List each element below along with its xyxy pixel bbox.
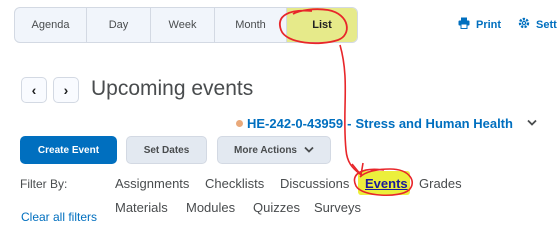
filter-discussions[interactable]: Discussions xyxy=(280,176,349,191)
course-code: HE-242-0-43959 xyxy=(247,115,344,131)
set-dates-button[interactable]: Set Dates xyxy=(126,136,207,164)
gear-icon xyxy=(518,17,530,32)
tab-agenda[interactable]: Agenda xyxy=(15,8,87,42)
chevron-down-icon xyxy=(527,114,537,132)
annotation-arrow-line xyxy=(339,44,361,175)
settings-button[interactable]: Setti xyxy=(518,17,557,32)
page-title: Upcoming events xyxy=(91,77,254,100)
more-actions-label: More Actions xyxy=(234,144,297,156)
settings-label: Setti xyxy=(536,18,557,31)
chevron-left-icon: ‹ xyxy=(31,82,37,98)
create-event-button[interactable]: Create Event xyxy=(20,136,117,164)
previous-button[interactable]: ‹ xyxy=(21,77,47,103)
filter-events[interactable]: Events xyxy=(365,176,408,191)
course-color-dot xyxy=(236,119,243,127)
filter-modules[interactable]: Modules xyxy=(186,200,235,215)
course-selector[interactable]: HE-242-0-43959 - Stress and Human Health xyxy=(236,114,537,132)
course-separator: - xyxy=(347,115,352,131)
next-button[interactable]: › xyxy=(53,77,79,103)
tab-list[interactable]: List xyxy=(287,8,357,42)
filter-grades[interactable]: Grades xyxy=(419,176,462,191)
tab-week[interactable]: Week xyxy=(151,8,215,42)
more-actions-button[interactable]: More Actions xyxy=(217,136,331,164)
course-name: Stress and Human Health xyxy=(355,115,513,131)
print-button[interactable]: Print xyxy=(458,17,501,32)
filter-checklists[interactable]: Checklists xyxy=(205,176,264,191)
filter-assignments[interactable]: Assignments xyxy=(115,176,189,191)
calendar-view-tabs: Agenda Day Week Month List xyxy=(14,7,358,43)
chevron-down-icon xyxy=(304,146,314,154)
clear-all-filters-link[interactable]: Clear all filters xyxy=(21,210,97,224)
print-label: Print xyxy=(476,18,502,31)
chevron-right-icon: › xyxy=(63,82,69,98)
filter-materials[interactable]: Materials xyxy=(115,200,168,215)
tab-month[interactable]: Month xyxy=(215,8,287,42)
filter-by-label: Filter By: xyxy=(20,177,68,191)
printer-icon xyxy=(458,17,470,32)
filter-quizzes[interactable]: Quizzes xyxy=(253,200,300,215)
filter-surveys[interactable]: Surveys xyxy=(314,200,361,215)
tab-day[interactable]: Day xyxy=(87,8,151,42)
